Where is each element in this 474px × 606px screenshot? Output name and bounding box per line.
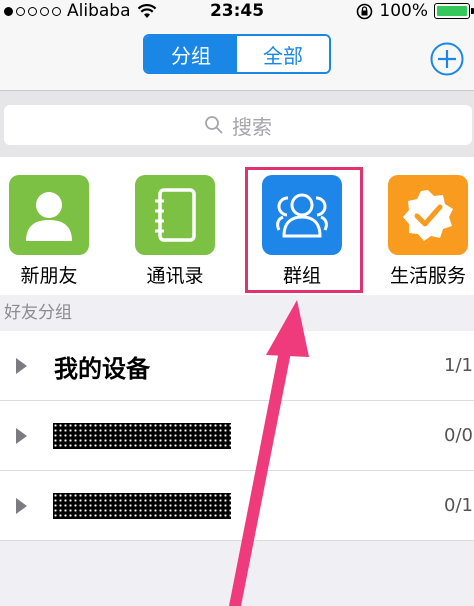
- address-book-icon: [155, 188, 196, 242]
- group-segmented-control: 分组 全部: [143, 34, 331, 74]
- plus-circle-icon[interactable]: [430, 42, 464, 76]
- battery-status: 100%: [356, 0, 474, 22]
- expand-arrow-icon: [16, 428, 27, 444]
- friend-groups-header: 好友分组: [0, 295, 474, 331]
- expand-arrow-icon: [16, 358, 27, 374]
- group-online-count: 0/0: [444, 425, 473, 446]
- segment-all[interactable]: 全部: [237, 36, 329, 72]
- redacted-group-name: [53, 423, 231, 449]
- friend-group-row[interactable]: 我的设备 1/1: [0, 331, 474, 401]
- segment-grouped[interactable]: 分组: [145, 36, 237, 72]
- person-icon: [26, 192, 72, 241]
- shortcut-address-book[interactable]: [135, 175, 215, 255]
- friend-group-list: 我的设备 1/1 0/0 0/1: [0, 331, 474, 541]
- highlight-box: [245, 167, 363, 293]
- nav-bar: 分组 全部: [0, 22, 474, 91]
- badge-check-icon: [403, 190, 453, 241]
- friend-group-row[interactable]: 0/0: [0, 401, 474, 471]
- search-icon: [205, 116, 223, 134]
- shortcut-life-services[interactable]: [388, 175, 468, 255]
- group-name: 我的设备: [54, 355, 150, 383]
- redacted-group-name: [53, 493, 231, 519]
- search-bar: 搜索: [0, 91, 474, 157]
- status-bar: Alibaba 23:45 100%: [0, 0, 474, 22]
- search-placeholder: 搜索: [232, 114, 272, 139]
- battery-icon: [434, 3, 474, 19]
- group-online-count: 0/1: [444, 495, 473, 516]
- shortcut-new-friends[interactable]: [9, 175, 89, 255]
- battery-percent: 100%: [379, 1, 428, 21]
- friend-group-row[interactable]: 0/1: [0, 471, 474, 541]
- shortcut-label-new-friends: 新朋友: [20, 265, 78, 287]
- group-online-count: 1/1: [444, 355, 473, 376]
- rotation-lock-icon: [357, 3, 373, 19]
- expand-arrow-icon: [16, 498, 27, 514]
- shortcut-row: 新朋友 通讯录 群组 生活服务: [0, 157, 474, 296]
- shortcut-label-address-book: 通讯录: [146, 265, 204, 287]
- search-input[interactable]: 搜索: [4, 105, 472, 145]
- shortcut-label-life-services: 生活服务: [389, 265, 466, 287]
